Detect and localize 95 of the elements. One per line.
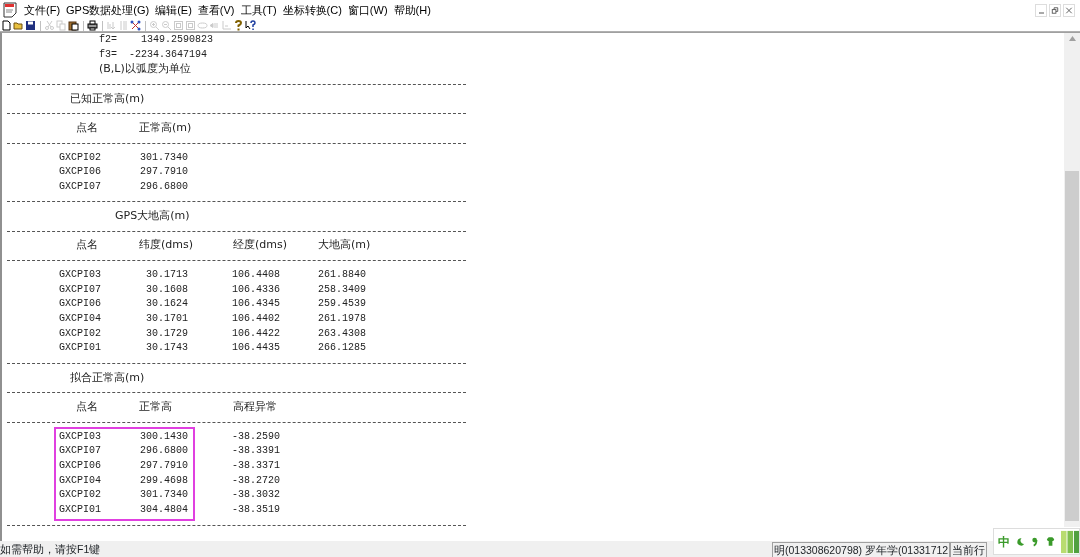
report-line: f2= 1349.2590823 [99,33,214,47]
shirt-icon[interactable] [1045,536,1056,547]
table-cell: 30.1701 [146,313,188,325]
column-header: 经度(dms) [233,238,287,252]
question-icon[interactable] [233,20,244,31]
status-text: 当前行 [950,541,988,557]
table-cell: 304.4804 [140,504,188,515]
minimize-icon [1038,11,1044,14]
network-icon[interactable] [130,20,141,31]
table-cell: 300.1430 [140,430,188,442]
table-cell: GXCPI06 [59,166,101,178]
document-icon[interactable] [3,2,18,18]
status-text: 如需帮助，请按F1键 [0,542,102,556]
menu-item[interactable]: 工具(T) [237,1,280,19]
table-cell: 299.4698 [140,474,188,486]
restore-button[interactable] [1049,3,1061,17]
table-cell: 106.4435 [232,342,280,354]
save-icon[interactable] [25,20,36,31]
table-cell: 261.1978 [318,313,366,325]
report-line: (B,L)以弧度为单位 [99,62,191,78]
printer-icon[interactable] [87,20,98,31]
table-cell: GXCPI07 [59,180,101,192]
column-header: 点名 [76,238,98,252]
table-cell: 106.4408 [232,269,280,280]
table-cell: GXCPI03 [59,269,101,280]
column-header: 正常高(m) [139,120,192,134]
table-cell: 296.6800 [140,180,188,192]
table-cell: 30.1608 [146,283,188,295]
table-cell: GXCPI07 [59,445,101,457]
table-cell: GXCPI02 [59,327,101,339]
table-cell: -38.2590 [232,430,280,442]
moon-icon[interactable] [1015,536,1026,547]
level-bars-icon [1060,529,1079,554]
section-title: 已知正常高(m) [70,91,145,107]
context-help-icon[interactable] [245,20,256,31]
section-title: 拟合正常高(m) [70,370,145,386]
table-cell: 30.1729 [146,327,188,339]
status-text: 明(013308620798) 罗年学(01331712 [772,541,951,557]
column-header: 点名 [76,399,98,413]
table-cell: GXCPI02 [59,489,101,501]
table-cell: GXCPI02 [59,151,101,163]
restore-icon [1050,4,1060,16]
menu-item[interactable]: 坐标转换(C) [279,1,345,19]
table-cell: -38.3391 [232,445,280,457]
table-cell: GXCPI01 [59,504,101,515]
table-cell: GXCPI07 [59,283,101,295]
table-cell: 106.4422 [232,327,280,339]
table-cell: 259.4539 [318,298,366,310]
table-cell: GXCPI03 [59,430,101,442]
table-cell: GXCPI01 [59,342,101,354]
column-header: 大地高(m) [318,238,371,252]
menu-item[interactable]: 窗口(W) [344,1,391,19]
scrollbar-thumb[interactable] [1065,171,1079,521]
table-cell: GXCPI06 [59,459,101,471]
column-header: 点名 [76,120,98,134]
table-cell: 106.4336 [232,283,280,295]
table-cell: -38.2720 [232,474,280,486]
table-cell: 30.1743 [146,342,188,354]
column-header: 纬度(dms) [139,238,193,252]
column-header: 正常高 [139,399,172,413]
table-cell: GXCPI06 [59,298,101,310]
table-cell: 263.4308 [318,327,366,339]
menu-item[interactable]: 帮助(H) [390,1,434,19]
table-cell: 30.1624 [146,298,188,310]
table-cell: -38.3519 [232,504,280,515]
menu-item[interactable]: 编辑(E) [152,1,195,19]
menu-item[interactable]: 查看(V) [194,1,238,19]
table-cell: 30.1713 [146,269,188,280]
menu-item[interactable]: GPS数据处理(G) [63,1,153,19]
close-button[interactable] [1063,3,1075,17]
scrollbar[interactable] [1064,33,1080,527]
table-cell: 297.7910 [140,166,188,178]
table-cell: 106.4402 [232,313,280,325]
table-cell: -38.3371 [232,459,280,471]
minimize-button[interactable] [1035,3,1047,17]
table-cell: 296.6800 [140,445,188,457]
table-cell: 106.4345 [232,298,280,310]
section-title: GPS大地高(m) [115,209,190,224]
ime-mode-button[interactable]: 中 [998,532,1010,551]
table-cell: 301.7340 [140,151,188,163]
table-cell: 258.3409 [318,283,366,295]
table-cell: 301.7340 [140,489,188,501]
table-cell: 297.7910 [140,459,188,471]
table-cell: 261.8840 [318,269,366,280]
table-cell: GXCPI04 [59,474,101,486]
column-header: 高程异常 [233,399,277,413]
folder-icon[interactable] [13,20,24,31]
new-file-icon[interactable] [1,20,12,31]
table-cell: GXCPI04 [59,313,101,325]
menu-item[interactable]: 文件(F) [21,1,64,19]
clipboard-icon[interactable] [68,20,79,31]
table-cell: 266.1285 [318,342,366,354]
scroll-up-icon[interactable] [1068,36,1076,41]
report-line: f3= -2234.3647194 [99,47,208,62]
table-cell: -38.3032 [232,489,280,501]
